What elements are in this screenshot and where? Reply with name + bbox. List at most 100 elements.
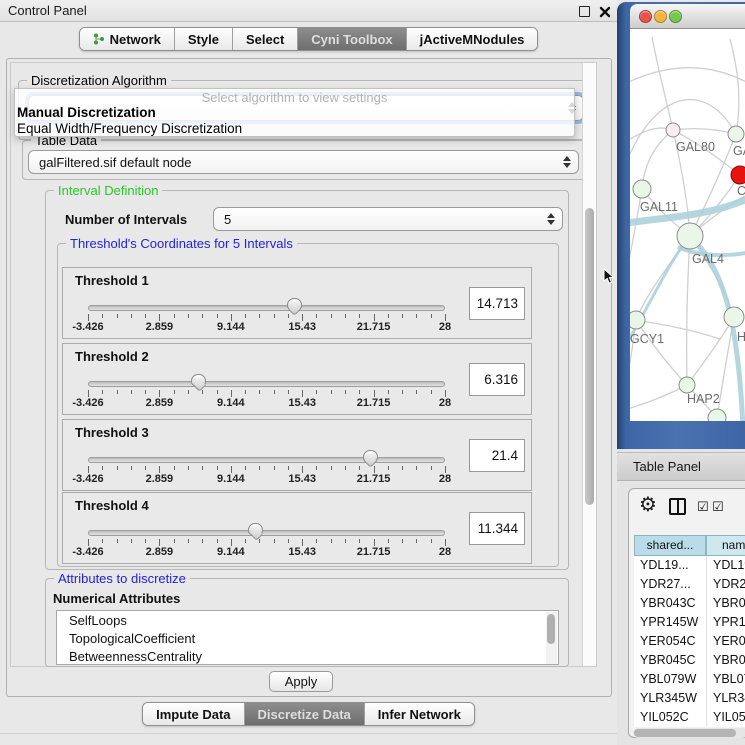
- number-of-intervals-label: Number of Intervals: [65, 212, 187, 227]
- network-graph[interactable]: GAL80GACGAL11GAL4GCY1HHAP2: [630, 29, 745, 421]
- tab-impute-data[interactable]: Impute Data: [143, 703, 243, 725]
- network-edge[interactable]: [687, 317, 734, 385]
- threshold-value-field[interactable]: 21.4: [469, 439, 525, 472]
- close-icon[interactable]: [599, 5, 611, 17]
- attribute-item[interactable]: SelfLoops: [57, 612, 558, 629]
- scrollbar-thumb[interactable]: [585, 208, 594, 505]
- table-horizontal-scrollbar[interactable]: [633, 728, 745, 738]
- network-edge[interactable]: [630, 68, 745, 89]
- network-node-gcy1[interactable]: [630, 311, 645, 329]
- scrollbar-thumb[interactable]: [634, 729, 736, 737]
- table-row[interactable]: YBL079WYBL079W: [634, 670, 745, 689]
- table-data-combobox[interactable]: galFiltered.sif default node: [28, 150, 579, 174]
- cell-name: YLR345W: [713, 691, 745, 705]
- cell-shared-name: YPR145W: [640, 615, 698, 629]
- top-tab-group: Network StyleSelectCyni ToolboxjActiveMNo…: [79, 27, 539, 51]
- checkbox-icon[interactable]: ☑: [697, 499, 709, 515]
- table-data-selected-value: galFiltered.sif default node: [29, 155, 191, 170]
- table-row[interactable]: YPR145W YPR145W: [634, 613, 745, 632]
- split-columns-icon[interactable]: [669, 498, 686, 515]
- cell-name: YDL19...: [713, 558, 745, 572]
- table-row[interactable]: YBR043CYBR043C: [634, 594, 745, 613]
- network-canvas[interactable]: GAL80GACGAL11GAL4GCY1HHAP2: [630, 29, 745, 421]
- cell-name: YBR045C: [713, 653, 745, 667]
- table-row[interactable]: YDL19... YDL19...: [634, 556, 745, 575]
- bottom-tab-bar: Impute Data Discretize Data Infer Network: [0, 702, 617, 726]
- network-edge[interactable]: [687, 236, 690, 385]
- checkbox-icon[interactable]: ☑: [712, 499, 724, 515]
- threshold-value-field[interactable]: 11.344: [469, 512, 525, 545]
- tab-select[interactable]: Select: [232, 28, 297, 50]
- node-label-h: H: [737, 330, 745, 344]
- popup-item-manual-discretization[interactable]: Manual Discretization: [17, 105, 156, 120]
- list-scrollbar[interactable]: [546, 612, 557, 665]
- node-label-c: C: [737, 184, 745, 198]
- tab-discretize-data[interactable]: Discretize Data: [244, 703, 364, 725]
- network-icon: [93, 32, 105, 46]
- network-edge[interactable]: [673, 129, 736, 134]
- attribute-item[interactable]: TopologicalCoefficient: [57, 630, 558, 647]
- cell-shared-name: YBR043C: [640, 596, 696, 610]
- slider-track[interactable]: [88, 530, 445, 536]
- tab-style[interactable]: Style: [174, 28, 232, 50]
- node-label-gal80: GAL80: [676, 140, 715, 154]
- slider-track[interactable]: [88, 457, 445, 463]
- slider-thumb[interactable]: [363, 450, 378, 462]
- node-label-ga: GA: [733, 144, 745, 158]
- tab-network[interactable]: Network: [80, 28, 174, 50]
- network-edge[interactable]: [630, 385, 687, 411]
- table-row[interactable]: YLR345WYLR345W: [634, 689, 745, 708]
- interval-definition-label: Interval Definition: [54, 183, 162, 198]
- tab-jactivemnodules[interactable]: jActiveMNodules: [406, 28, 538, 50]
- network-node-h[interactable]: [724, 307, 744, 327]
- network-edge[interactable]: [636, 320, 687, 385]
- slider-thumb[interactable]: [248, 523, 263, 535]
- zoom-traffic-light[interactable]: [669, 10, 682, 23]
- table-row[interactable]: YBR045CYBR045C: [634, 651, 745, 670]
- attributes-group: Attributes to discretize Numerical Attri…: [45, 578, 569, 667]
- cell-name: YPR145W: [713, 615, 745, 629]
- slider-track[interactable]: [88, 305, 445, 311]
- slider-track[interactable]: [88, 381, 445, 387]
- slider-thumb[interactable]: [191, 374, 206, 386]
- cell-shared-name: YDL19...: [640, 558, 689, 572]
- column-header-shared[interactable]: shared...: [634, 535, 706, 556]
- panel-vertical-scrollbar[interactable]: [582, 63, 596, 666]
- number-of-intervals-combobox[interactable]: 5: [213, 207, 563, 231]
- cell-name: YDR27...: [713, 577, 745, 591]
- tab-cyni-toolbox[interactable]: Cyni Toolbox: [297, 28, 405, 50]
- slider-thumb[interactable]: [287, 298, 302, 310]
- cell-name: YIL052C: [713, 710, 745, 724]
- close-traffic-light[interactable]: [639, 10, 652, 23]
- column-header-name[interactable]: name: [706, 535, 745, 556]
- network-edge[interactable]: [730, 39, 739, 134]
- table-row[interactable]: YDR27...YDR27...: [634, 575, 745, 594]
- float-window-icon[interactable]: [579, 6, 590, 17]
- network-node-gal11[interactable]: [633, 180, 651, 198]
- network-node-hap2[interactable]: [679, 377, 695, 393]
- network-node-gal[interactable]: [728, 126, 744, 142]
- gear-icon[interactable]: ⚙: [639, 494, 657, 516]
- network-edge[interactable]: [642, 130, 673, 189]
- tab-infer-network[interactable]: Infer Network: [364, 703, 474, 725]
- node-label-gal11: GAL11: [640, 200, 678, 214]
- minimize-traffic-light[interactable]: [654, 10, 667, 23]
- threshold-value-field[interactable]: 14.713: [469, 287, 525, 320]
- network-node-gal4[interactable]: [677, 223, 703, 249]
- popup-item-equal-width-frequency[interactable]: Equal Width/Frequency Discretization: [17, 121, 242, 136]
- tab-label: Network: [110, 32, 161, 47]
- table-row[interactable]: YER054CYER054C: [634, 632, 745, 651]
- numerical-attributes-list[interactable]: SelfLoopsTopologicalCoefficientBetweenne…: [56, 610, 559, 665]
- tab-label: Discretize Data: [258, 707, 351, 722]
- apply-button[interactable]: Apply: [269, 671, 333, 692]
- attribute-item[interactable]: BetweennessCentrality: [57, 648, 558, 665]
- table-row[interactable]: YIL052CYIL052C: [634, 708, 745, 727]
- threshold-value-field[interactable]: 6.316: [469, 363, 525, 396]
- table-panel-titlebar: Table Panel: [617, 452, 745, 481]
- network-node-gal80[interactable]: [666, 123, 680, 137]
- mouse-cursor: [603, 268, 615, 291]
- bottom-tab-group: Impute Data Discretize Data Infer Network: [142, 702, 475, 726]
- network-node-c[interactable]: [731, 166, 745, 184]
- divider: [0, 733, 617, 734]
- threshold-panel-3: Threshold 3-3.4262.8599.14415.4321.71528…: [62, 419, 532, 491]
